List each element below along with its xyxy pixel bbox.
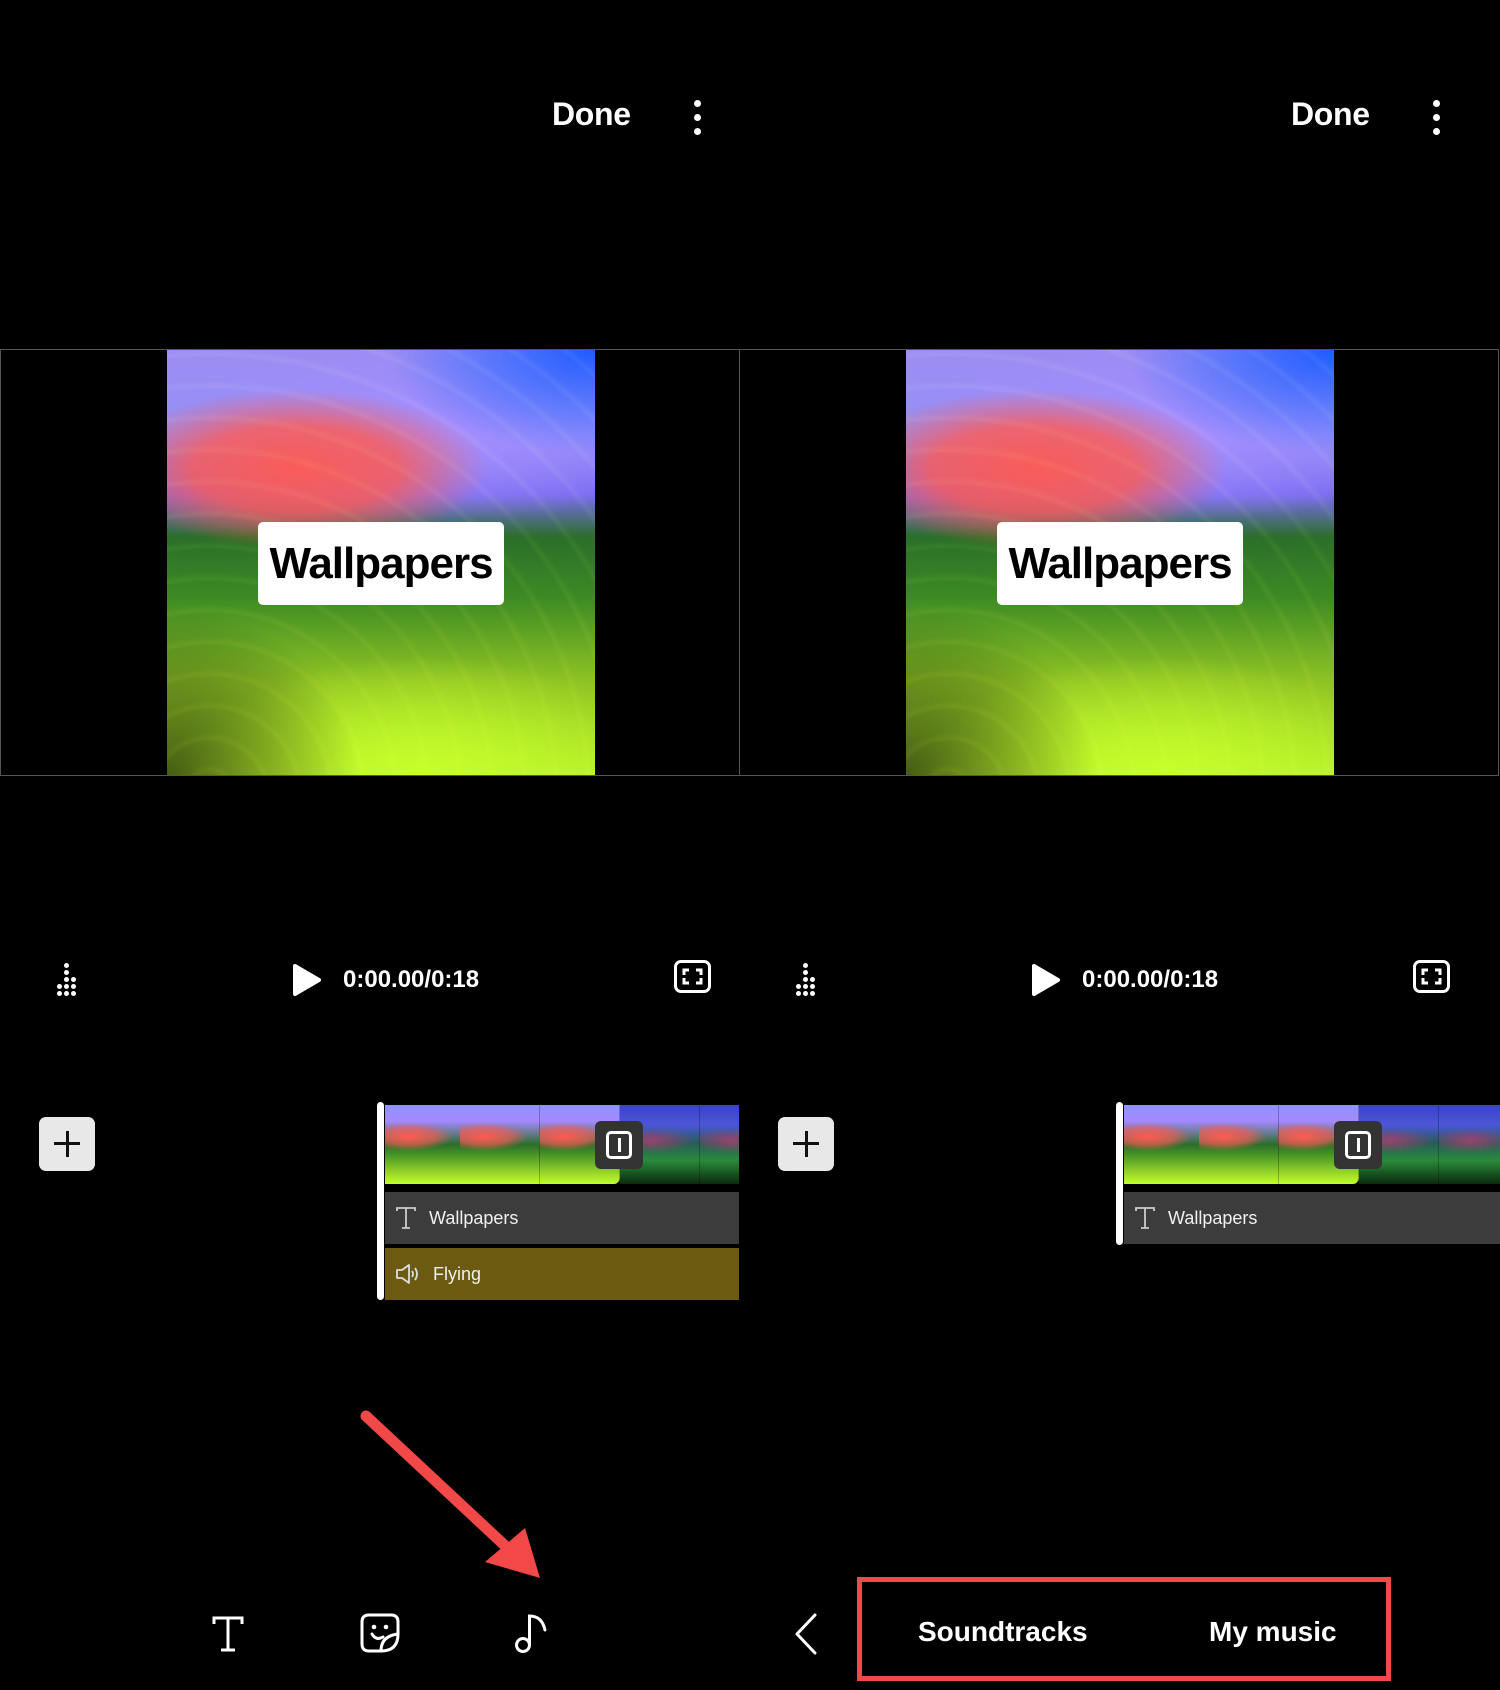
caption-overlay[interactable]: Wallpapers: [997, 522, 1243, 605]
text-icon: [1135, 1207, 1155, 1229]
tab-soundtracks[interactable]: Soundtracks: [918, 1616, 1088, 1648]
clip-thumbnail: [1199, 1105, 1279, 1184]
done-button[interactable]: Done: [552, 96, 631, 133]
playhead[interactable]: [1116, 1102, 1123, 1245]
clip-strip[interactable]: [385, 1105, 739, 1184]
text-track-label: Wallpapers: [1168, 1207, 1258, 1228]
clip-thumbnail: [385, 1105, 465, 1184]
transition-icon[interactable]: [1334, 1121, 1382, 1169]
audio-track-label: Flying: [433, 1263, 482, 1284]
fullscreen-icon[interactable]: [1413, 960, 1450, 993]
editor-panel-before: Done Wallpapers 0:00.00/0:18 Wallpapers …: [0, 0, 739, 1690]
preview-frame-image: Wallpapers: [906, 350, 1334, 775]
more-options-icon[interactable]: [690, 100, 704, 136]
audio-track[interactable]: Flying: [385, 1248, 739, 1300]
annotation-arrow: [360, 1410, 540, 1578]
editor-panel-after: Done Wallpapers 0:00.00/0:18 Wallpapers …: [739, 0, 1500, 1690]
music-note-icon[interactable]: [514, 1612, 550, 1654]
clip-thumbnail: [460, 1105, 540, 1184]
clip-thumbnail: [1124, 1105, 1204, 1184]
play-icon[interactable]: [292, 963, 322, 997]
add-clip-button[interactable]: [39, 1117, 95, 1171]
more-options-icon[interactable]: [1429, 100, 1443, 136]
speaker-icon: [396, 1264, 418, 1284]
tab-my-music[interactable]: My music: [1209, 1616, 1337, 1648]
level-dots-icon[interactable]: [795, 963, 819, 997]
clip-thumbnail: [1439, 1105, 1500, 1184]
play-icon[interactable]: [1031, 963, 1061, 997]
time-display: 0:00.00/0:18: [1082, 966, 1219, 993]
text-track[interactable]: Wallpapers: [1124, 1192, 1500, 1244]
preview-frame-image: Wallpapers: [167, 350, 595, 775]
text-icon: [396, 1207, 416, 1229]
text-track-label: Wallpapers: [429, 1207, 519, 1228]
clip-strip[interactable]: [1124, 1105, 1500, 1184]
clip-thumbnail: [700, 1105, 739, 1184]
back-chevron-icon[interactable]: [793, 1612, 819, 1656]
transition-icon[interactable]: [595, 1121, 643, 1169]
caption-overlay[interactable]: Wallpapers: [258, 522, 504, 605]
sticker-icon[interactable]: [359, 1612, 401, 1654]
video-preview[interactable]: Wallpapers: [0, 349, 739, 776]
fullscreen-icon[interactable]: [674, 960, 711, 993]
text-track[interactable]: Wallpapers: [385, 1192, 739, 1244]
playhead[interactable]: [377, 1102, 384, 1300]
done-button[interactable]: Done: [1291, 96, 1370, 133]
time-display: 0:00.00/0:18: [343, 966, 480, 993]
add-clip-button[interactable]: [778, 1117, 834, 1171]
text-tool-icon[interactable]: [211, 1615, 245, 1653]
video-preview[interactable]: Wallpapers: [739, 349, 1499, 776]
level-dots-icon[interactable]: [56, 963, 80, 997]
